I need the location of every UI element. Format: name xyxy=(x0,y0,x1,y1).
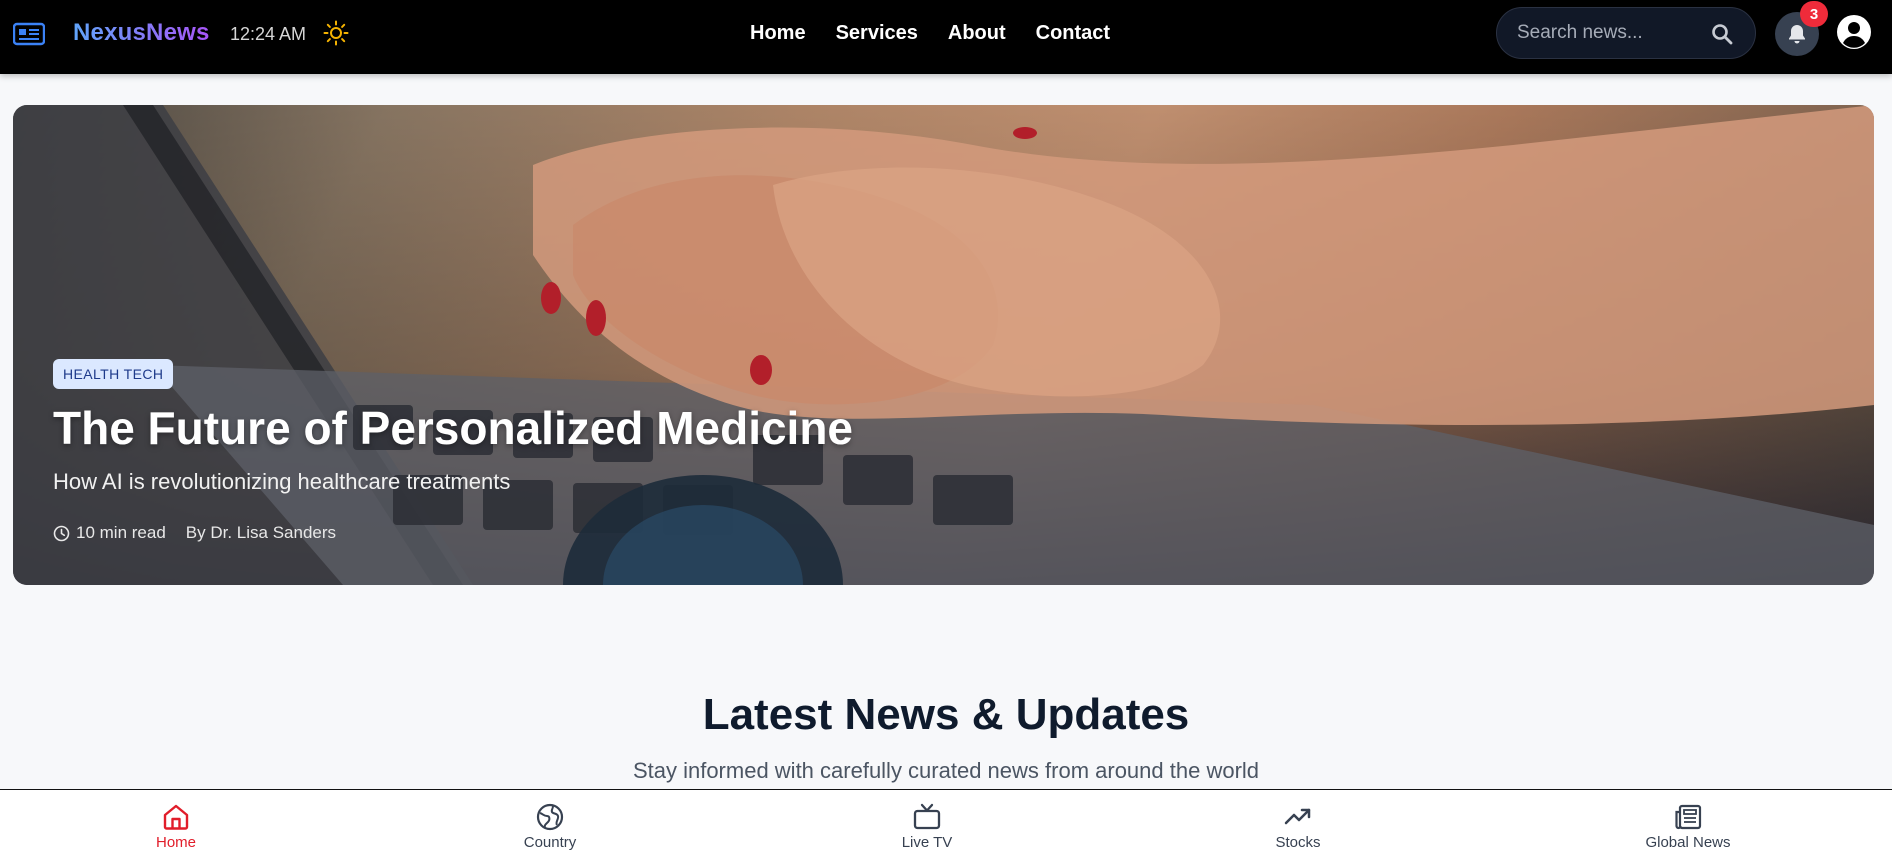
clock-icon xyxy=(53,525,70,541)
hero-image xyxy=(13,105,1874,585)
home-icon xyxy=(163,804,189,830)
search-input[interactable] xyxy=(1517,8,1707,58)
bottom-nav-label: Live TV xyxy=(901,834,953,851)
nav-services[interactable]: Services xyxy=(836,22,918,45)
bottom-nav-live-tv[interactable]: Live TV xyxy=(847,802,1007,851)
bottom-nav-label: Home xyxy=(155,834,196,851)
brand-name[interactable]: NexusNews xyxy=(73,19,210,47)
read-time: 10 min read xyxy=(76,523,166,542)
bell-icon xyxy=(1789,25,1805,44)
bottom-nav-country[interactable]: Country xyxy=(470,802,630,851)
bottom-nav-global-news[interactable]: Global News xyxy=(1608,802,1768,851)
bottom-nav-stocks[interactable]: Stocks xyxy=(1218,802,1378,851)
hero-banner[interactable]: HEALTH TECH The Future of Personalized M… xyxy=(13,105,1874,585)
search-box xyxy=(1496,7,1756,59)
trending-up-icon xyxy=(1284,808,1311,825)
bottom-nav-label: Stocks xyxy=(1275,834,1321,851)
globe-icon xyxy=(536,803,564,831)
user-avatar-icon[interactable] xyxy=(1836,14,1872,50)
bottom-nav-label: Global News xyxy=(1645,834,1731,851)
notification-badge: 3 xyxy=(1800,1,1828,27)
newspaper-logo-icon[interactable] xyxy=(13,22,45,46)
top-header: NexusNews 12:24 AM Home Services About C… xyxy=(0,0,1892,74)
bottom-nav-label: Country xyxy=(523,834,577,851)
sun-icon[interactable] xyxy=(323,20,349,46)
hero-meta: 10 min read By Dr. Lisa Sanders xyxy=(53,523,336,543)
nav-contact[interactable]: Contact xyxy=(1036,22,1110,45)
nav-about[interactable]: About xyxy=(948,22,1006,45)
nav-home[interactable]: Home xyxy=(750,22,806,45)
bottom-nav-home[interactable]: Home xyxy=(96,802,256,851)
current-time: 12:24 AM xyxy=(230,24,307,44)
category-tag[interactable]: HEALTH TECH xyxy=(53,359,174,389)
section-title: Latest News & Updates xyxy=(702,690,1190,739)
main-nav: Home Services About Contact xyxy=(750,22,1110,45)
bottom-nav: Home Country Live TV Stocks Global News xyxy=(0,789,1892,856)
section-subtitle: Stay informed with carefully curated new… xyxy=(632,758,1260,783)
newspaper-icon xyxy=(1675,804,1702,830)
tv-icon xyxy=(913,803,941,830)
hero-subtitle: How AI is revolutionizing healthcare tre… xyxy=(53,469,511,494)
hero-title[interactable]: The Future of Personalized Medicine xyxy=(53,401,853,455)
author: By Dr. Lisa Sanders xyxy=(185,523,337,542)
search-icon[interactable] xyxy=(1711,23,1733,45)
